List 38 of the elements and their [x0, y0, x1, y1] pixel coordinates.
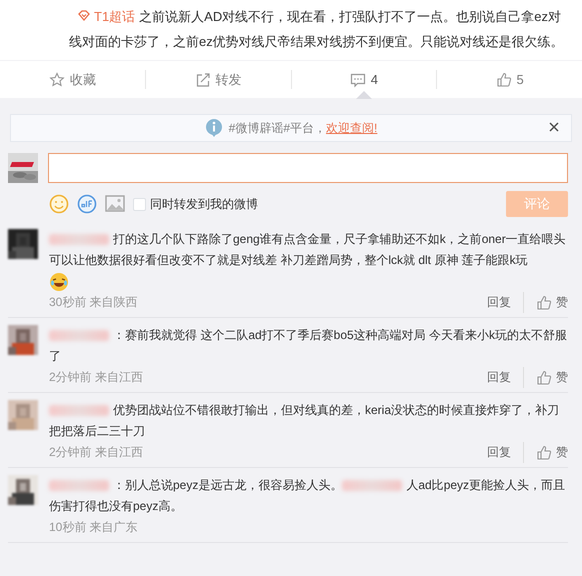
image-icon [105, 195, 125, 213]
thumbs-up-icon [536, 294, 552, 310]
like-button[interactable]: 赞 [523, 367, 568, 388]
reply-button[interactable]: 回复 [487, 367, 511, 388]
sync-label: 同时转发到我的微博 [150, 196, 258, 213]
notice-text: #微博辟谣#平台， [228, 121, 326, 135]
thumbs-up-icon [536, 370, 552, 386]
like-button[interactable]: 5 [437, 61, 582, 98]
sync-checkbox[interactable] [133, 198, 146, 210]
topic-icon [77, 10, 91, 22]
comment-time: 2分钟前 来自江西 [49, 369, 144, 386]
gif-icon [77, 194, 97, 214]
laughing-emoji-icon [49, 272, 69, 292]
comment-time: 10秒前 来自广东 [49, 519, 138, 536]
favorite-button[interactable]: 收藏 [0, 61, 145, 98]
comment-text: ：别人总说peyz是远古龙，很容易捡人头。 人ad比peyz更能捡人头，而且伤害打得也没有peyz高。 [49, 477, 566, 515]
comment-text: 优势团战站位不错很敢打输出，但对线真的差，keria没状态的时候直接炸穿了，补刀把把落后二三十刀 [49, 402, 560, 440]
comment-button[interactable]: 4 [292, 61, 436, 98]
comment-time: 30秒前 来自陕西 [49, 294, 138, 311]
notice-link[interactable]: 欢迎查阅! [326, 121, 378, 135]
reply-button[interactable]: 回复 [487, 442, 511, 463]
share-icon [194, 72, 211, 88]
thumbs-up-icon [536, 444, 552, 460]
like-button[interactable]: 赞 [523, 292, 568, 313]
smiley-icon [49, 194, 69, 214]
thumbs-up-icon [496, 72, 512, 88]
comment-text: 打的这几个队下路除了geng谁有点含金量，尺子拿辅助还不如k，之前oner一直给喂头可以让他数据很好看但改变不了就是对线差 补刀差蹭局势，整个lck就 dlt 原神 莲子能跟k玩 [49, 231, 567, 269]
post-text: T1超话 之前说新人AD对线不行，现在看，打强队打不了一点。也别说自己拿ez对线对面的卡莎了，之前ez优势对线尺帝结果对线捞不到便宜。只能说对线还是很欠练。 [69, 8, 565, 51]
topic-link[interactable]: T1超话 [77, 9, 136, 24]
repost-button[interactable]: 转发 [146, 61, 290, 98]
comment-text: ：赛前我就觉得 这个二队ad打不了季后赛bo5这种高端对局 今天看来小k玩的太不舒服了 [49, 327, 568, 365]
star-icon [48, 72, 65, 88]
comment-icon [350, 72, 366, 88]
reply-button[interactable]: 回复 [487, 292, 511, 313]
info-icon [204, 118, 223, 138]
comment-time: 2分钟前 来自江西 [49, 444, 144, 461]
comment-input[interactable] [48, 153, 568, 183]
like-button[interactable]: 赞 [523, 442, 568, 463]
